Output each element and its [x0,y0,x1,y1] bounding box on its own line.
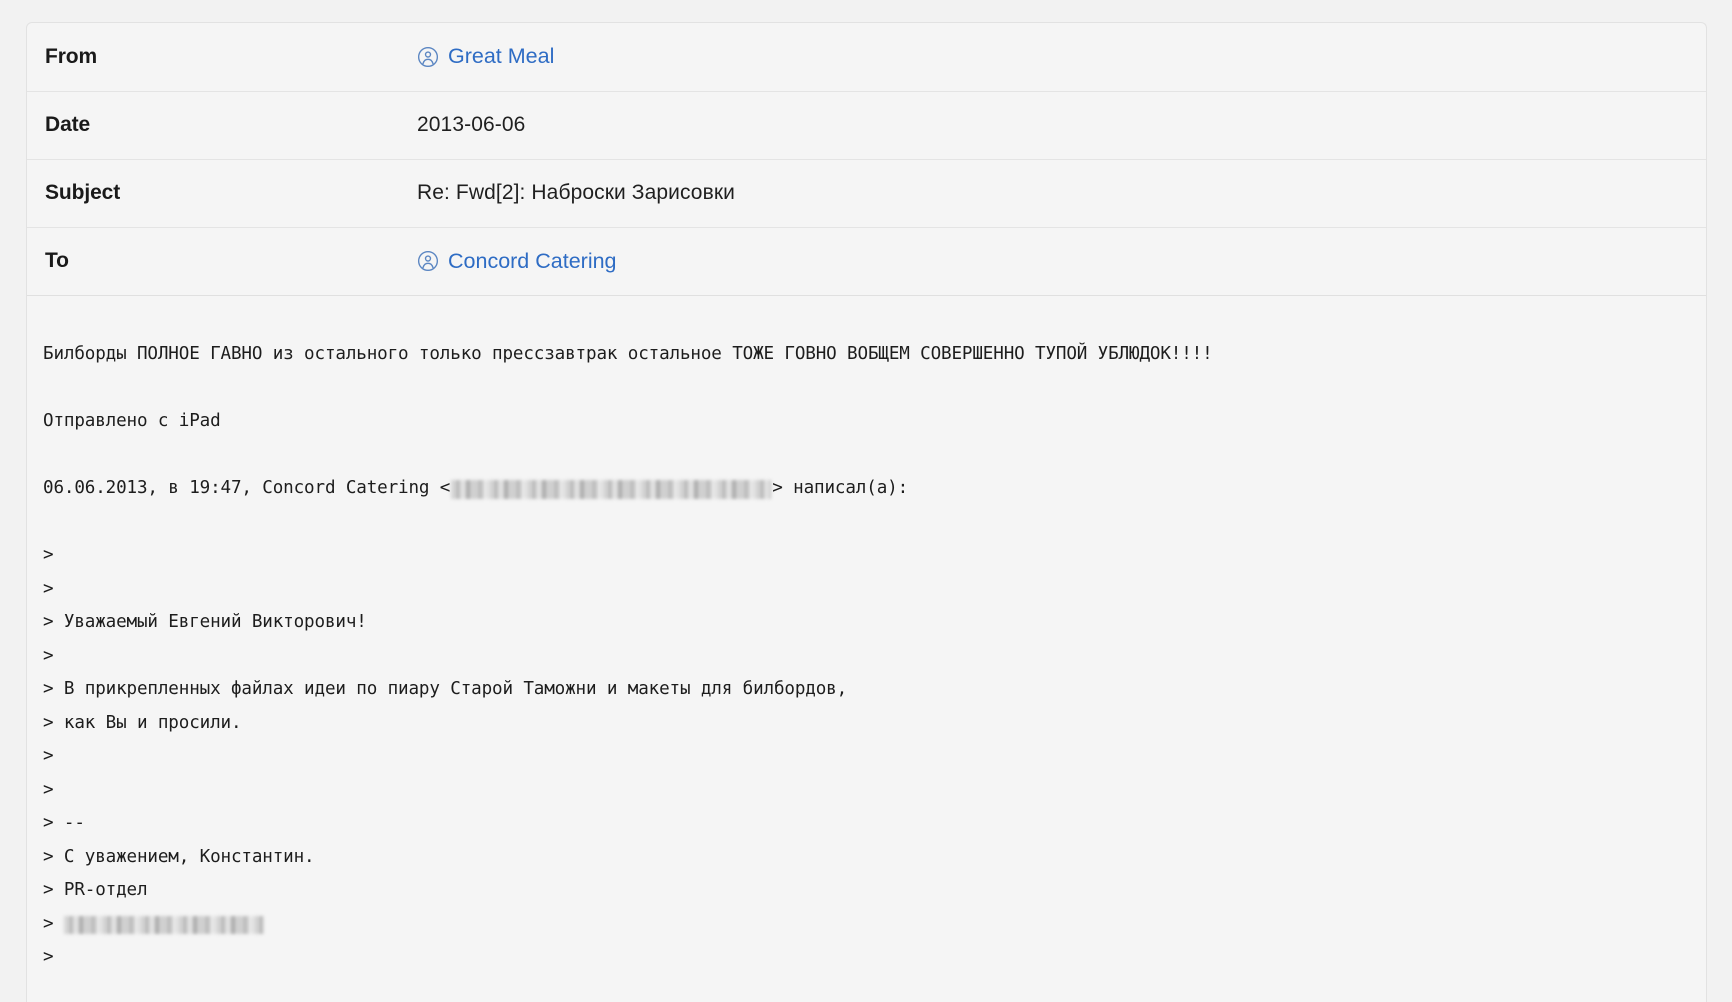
body-line-text-after: > написал(а): [772,478,909,498]
header-label-subject: Subject [27,158,417,227]
header-row-subject: Subject Re: Fwd[2]: Наброски Зарисовки [27,158,1706,227]
body-line-text: > -- [43,813,85,833]
email-header-rows: From Great Meal Date 2013-06-06 Subject … [27,23,1706,295]
body-line-text: > Уважаемый Евгений Викторович! [43,612,367,632]
body-line-text: > [43,913,64,934]
body-line-text: > [43,779,54,800]
body-line [43,506,1706,540]
body-line-text: > [43,746,54,766]
body-line: > [43,774,1706,808]
to-contact-name: Concord Catering [448,248,617,273]
body-line: > -- [43,807,1706,841]
body-line: > [43,539,1706,573]
body-line: > [43,908,1706,942]
body-line: Билборды ПОЛНОЕ ГАВНО из остального толь… [43,338,1706,372]
from-value-wrap: Great Meal [417,44,1706,69]
body-line: > PR-отдел [43,874,1706,908]
from-contact-link[interactable]: Great Meal [417,44,554,69]
to-value-wrap: Concord Catering [417,249,1706,274]
body-line: > [43,740,1706,774]
body-line-text: Отправлено с iPad [43,411,221,431]
body-line-text: > [43,578,54,599]
body-line-text: 06.06.2013, в 19:47, Concord Catering < [43,478,451,498]
header-label-date: Date [27,90,417,159]
email-body-text: Билборды ПОЛНОЕ ГАВНО из остального толь… [27,296,1706,975]
header-row-from: From Great Meal [27,23,1706,91]
header-label-from: From [45,44,98,68]
person-circle-icon [417,46,439,67]
redacted-email-address [63,916,264,934]
body-line: > Уважаемый Евгений Викторович! [43,606,1706,640]
subject-value-wrap: Re: Fwd[2]: Наброски Зарисовки [417,181,1706,205]
body-line: > С уважением, Константин. [43,841,1706,875]
header-value-from: Great Meal [417,23,1706,91]
body-line-text: > [43,545,54,565]
body-line: > В прикрепленных файлах идеи по пиару С… [43,673,1706,707]
body-line-text: > [43,947,54,967]
body-line: Отправлено с iPad [43,405,1706,439]
body-line-text: Билборды ПОЛНОЕ ГАВНО из остального толь… [43,344,1213,364]
body-line: > [43,573,1706,607]
subject-text: Re: Fwd[2]: Наброски Зарисовки [417,181,735,204]
email-message-card: From Great Meal Date 2013-06-06 Subject … [26,22,1707,1002]
body-line-text: > В прикрепленных файлах идеи по пиару С… [43,679,848,699]
header-value-to: Concord Catering [417,226,1706,295]
date-text: 2013-06-06 [417,113,526,136]
body-line: > как Вы и просили. [43,707,1706,741]
header-label-to: To [27,226,417,295]
person-circle-icon [417,251,439,272]
body-line [43,439,1706,473]
date-value-wrap: 2013-06-06 [417,113,1706,137]
email-header-table: From Great Meal Date 2013-06-06 Subject … [27,23,1706,295]
body-line-text: > [43,645,54,666]
body-line [43,372,1706,406]
from-contact-name: Great Meal [448,44,555,69]
body-line-text: > PR-отдел [43,880,148,900]
header-value-subject: Re: Fwd[2]: Наброски Зарисовки [417,158,1706,227]
body-line: > [43,640,1706,674]
body-line: > [43,941,1706,975]
redacted-email-address [451,480,772,499]
header-row-to: To Concord Catering [27,226,1706,295]
header-value-date: 2013-06-06 [417,90,1706,159]
header-row-date: Date 2013-06-06 [27,90,1706,159]
body-line-text: > как Вы и просили. [43,712,242,733]
body-line: 06.06.2013, в 19:47, Concord Catering < >… [43,472,1706,506]
to-contact-link[interactable]: Concord Catering [417,249,617,274]
body-line-text: > С уважением, Константин. [43,846,315,867]
